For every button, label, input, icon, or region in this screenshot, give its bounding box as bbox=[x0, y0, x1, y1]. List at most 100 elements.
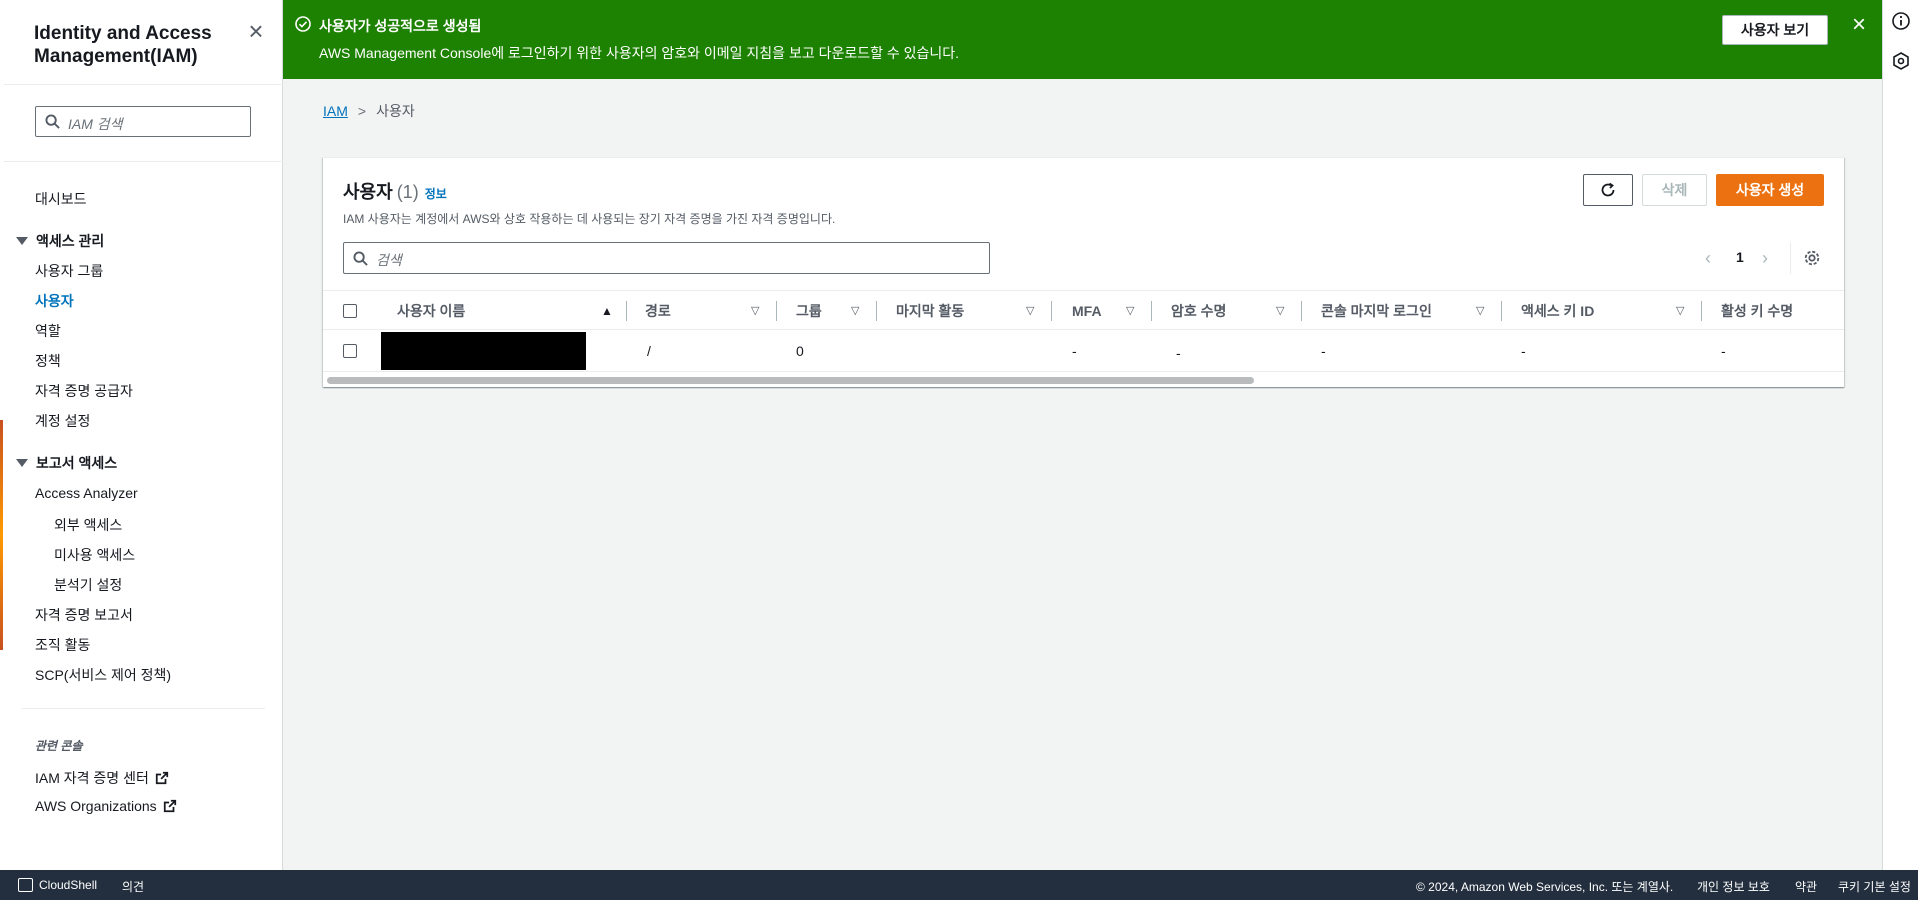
sort-icon[interactable]: ▽ bbox=[851, 291, 859, 331]
search-icon bbox=[353, 251, 368, 266]
banner-close-icon[interactable]: × bbox=[1848, 13, 1870, 37]
column-header-active-key-age[interactable]: 활성 키 수명 bbox=[1721, 291, 1793, 331]
breadcrumb: IAM > 사용자 bbox=[323, 101, 415, 121]
column-header-path[interactable]: 경로 bbox=[645, 291, 671, 331]
sidebar-search-input[interactable]: IAM 검색 bbox=[35, 106, 251, 137]
refresh-button[interactable] bbox=[1583, 174, 1633, 206]
info-link[interactable]: 정보 bbox=[425, 187, 447, 201]
column-header-groups[interactable]: 그룹 bbox=[796, 291, 822, 331]
user-count: (1) bbox=[396, 182, 419, 202]
cell-groups: 0 bbox=[796, 343, 804, 359]
sidebar-item-dashboard[interactable]: 대시보드 bbox=[35, 189, 87, 209]
sidebar: Identity and Access Management(IAM) × IA… bbox=[4, 0, 283, 870]
sidebar-section-access-reports[interactable]: 보고서 액세스 bbox=[16, 453, 117, 473]
column-divider bbox=[1501, 301, 1502, 321]
delete-button[interactable]: 삭제 bbox=[1642, 174, 1707, 206]
breadcrumb-current: 사용자 bbox=[376, 103, 415, 119]
cell-password-age: - bbox=[1176, 345, 1181, 361]
info-icon[interactable] bbox=[1891, 11, 1911, 31]
table-row: / 0 - - - - - bbox=[323, 330, 1844, 372]
sidebar-divider bbox=[4, 84, 283, 85]
sidebar-item-scp[interactable]: SCP(서비스 제어 정책) bbox=[35, 665, 171, 685]
column-header-password-age[interactable]: 암호 수명 bbox=[1171, 291, 1226, 331]
sidebar-item-external-access[interactable]: 외부 액세스 bbox=[54, 515, 122, 535]
column-divider bbox=[1301, 301, 1302, 321]
sidebar-section-access-management[interactable]: 액세스 관리 bbox=[16, 231, 104, 251]
sidebar-item-access-analyzer[interactable]: Access Analyzer bbox=[35, 485, 138, 501]
select-all-checkbox[interactable] bbox=[343, 304, 357, 318]
pagination-next-icon[interactable]: › bbox=[1762, 248, 1768, 269]
terms-link[interactable]: 약관 bbox=[1795, 878, 1817, 895]
sort-icon[interactable]: ▽ bbox=[1026, 291, 1034, 331]
sidebar-item-roles[interactable]: 역할 bbox=[35, 321, 61, 341]
external-link-icon bbox=[163, 799, 176, 813]
sidebar-item-account-settings[interactable]: 계정 설정 bbox=[35, 411, 90, 431]
table-header: 사용자 이름 ▲ 경로 ▽ 그룹 ▽ 마지막 활동 ▽ MFA ▽ 암호 수명 … bbox=[323, 290, 1844, 330]
breadcrumb-iam-link[interactable]: IAM bbox=[323, 103, 348, 119]
pagination-prev-icon[interactable]: ‹ bbox=[1705, 248, 1711, 269]
redacted-user-name[interactable] bbox=[381, 332, 586, 370]
users-search-placeholder: 검색 bbox=[376, 252, 402, 268]
sidebar-item-policies[interactable]: 정책 bbox=[35, 351, 61, 371]
sidebar-item-analyzer-settings[interactable]: 분석기 설정 bbox=[54, 575, 122, 595]
cloudshell-link[interactable]: CloudShell bbox=[39, 878, 97, 892]
sidebar-divider bbox=[22, 708, 265, 709]
chevron-right-icon: > bbox=[357, 103, 367, 119]
sidebar-item-iam-identity-center[interactable]: IAM 자격 증명 센터 bbox=[35, 768, 169, 788]
copyright-text: © 2024, Amazon Web Services, Inc. 또는 계열사… bbox=[1416, 880, 1674, 894]
cloudshell-icon[interactable] bbox=[18, 878, 33, 892]
feedback-link[interactable]: 의견 bbox=[122, 878, 144, 895]
sidebar-item-unused-access[interactable]: 미사용 액세스 bbox=[54, 545, 135, 565]
column-divider bbox=[626, 301, 627, 321]
sidebar-close-icon[interactable]: × bbox=[245, 18, 267, 44]
sidebar-item-organization-activity[interactable]: 조직 활동 bbox=[35, 635, 90, 655]
edge-accent bbox=[0, 420, 3, 650]
cookie-preferences-link[interactable]: 쿠키 기본 설정 bbox=[1838, 878, 1911, 895]
banner-title: 사용자가 성공적으로 생성됨 bbox=[319, 18, 482, 34]
sidebar-item-identity-providers[interactable]: 자격 증명 공급자 bbox=[35, 381, 133, 401]
feedback-hexagon-icon[interactable] bbox=[1891, 51, 1911, 71]
view-user-button[interactable]: 사용자 보기 bbox=[1722, 15, 1828, 45]
tools-rail bbox=[1882, 0, 1918, 870]
success-banner: 사용자가 성공적으로 생성됨 AWS Management Console에 로… bbox=[283, 0, 1882, 79]
users-search-input[interactable]: 검색 bbox=[343, 242, 990, 274]
banner-description: AWS Management Console에 로그인하기 위한 사용자의 암호… bbox=[319, 45, 960, 61]
row-checkbox[interactable] bbox=[343, 344, 357, 358]
cell-active-key-age: - bbox=[1721, 343, 1726, 359]
sort-ascending-icon[interactable]: ▲ bbox=[601, 291, 613, 331]
pagination-divider bbox=[1790, 242, 1791, 274]
sidebar-item-aws-organizations[interactable]: AWS Organizations bbox=[35, 798, 177, 814]
sidebar-item-users[interactable]: 사용자 bbox=[35, 291, 74, 311]
column-header-console-last-signin[interactable]: 콘솔 마지막 로그인 bbox=[1321, 291, 1432, 331]
column-header-mfa[interactable]: MFA bbox=[1072, 291, 1102, 331]
sort-icon[interactable]: ▽ bbox=[1676, 291, 1684, 331]
table-settings-gear-icon[interactable] bbox=[1803, 249, 1821, 267]
related-consoles-heading: 관련 콘솔 bbox=[35, 739, 83, 753]
horizontal-scrollbar[interactable] bbox=[327, 377, 1254, 384]
sidebar-item-credential-report[interactable]: 자격 증명 보고서 bbox=[35, 605, 133, 625]
pagination-page[interactable]: 1 bbox=[1736, 249, 1744, 265]
privacy-link[interactable]: 개인 정보 보호 bbox=[1697, 878, 1770, 895]
section-label: 액세스 관리 bbox=[36, 233, 105, 249]
sort-icon[interactable]: ▽ bbox=[751, 291, 759, 331]
sort-icon[interactable]: ▽ bbox=[1476, 291, 1484, 331]
column-divider bbox=[1701, 301, 1702, 321]
column-divider bbox=[1151, 301, 1152, 321]
external-link-icon bbox=[155, 771, 168, 785]
column-divider bbox=[776, 301, 777, 321]
column-header-access-key-id[interactable]: 액세스 키 ID bbox=[1521, 291, 1594, 331]
sidebar-item-user-groups[interactable]: 사용자 그룹 bbox=[35, 261, 103, 281]
link-label: AWS Organizations bbox=[35, 798, 157, 814]
sidebar-search-placeholder: IAM 검색 bbox=[68, 116, 123, 132]
cell-console-last-signin: - bbox=[1321, 343, 1326, 359]
column-header-last-activity[interactable]: 마지막 활동 bbox=[896, 291, 964, 331]
create-user-button[interactable]: 사용자 생성 bbox=[1716, 174, 1824, 206]
panel-title-text: 사용자 bbox=[343, 182, 393, 202]
sort-icon[interactable]: ▽ bbox=[1126, 291, 1134, 331]
link-label: IAM 자격 증명 센터 bbox=[35, 770, 149, 786]
sort-icon[interactable]: ▽ bbox=[1276, 291, 1284, 331]
column-header-user-name[interactable]: 사용자 이름 bbox=[397, 291, 465, 331]
column-divider bbox=[876, 301, 877, 321]
users-panel: 사용자 (1) 정보 IAM 사용자는 계정에서 AWS와 상호 작용하는 데 사용… bbox=[323, 157, 1844, 387]
sidebar-divider bbox=[4, 161, 283, 162]
